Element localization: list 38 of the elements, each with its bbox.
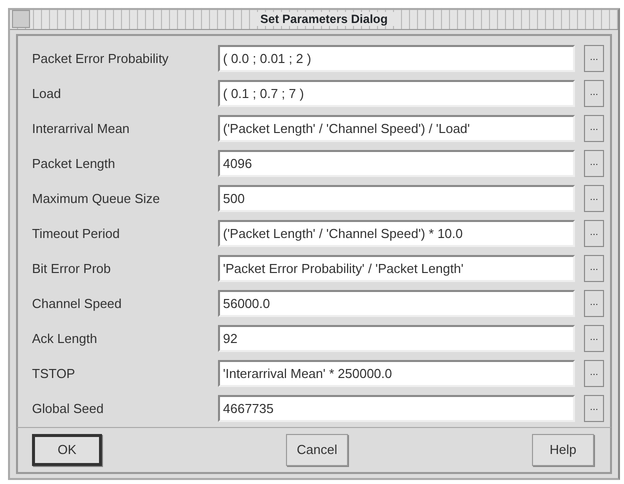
field-label: TSTOP: [32, 364, 76, 383]
browse-button[interactable]: ...: [584, 360, 604, 387]
input-field[interactable]: ( 0.1 ; 0.7 ; 7 ): [218, 80, 575, 107]
browse-button[interactable]: ...: [584, 150, 604, 177]
field-label: Maximum Queue Size: [32, 190, 161, 208]
input-field[interactable]: 'Interarrival Mean' * 250000.0: [218, 360, 575, 387]
input-field[interactable]: ('Packet Length' / 'Channel Speed') / 'Load': [218, 114, 575, 142]
input-field[interactable]: 'Packet Error Probability' / 'Packet Length': [218, 254, 575, 282]
window-menu-button[interactable]: [12, 10, 30, 28]
window-title: Set Parameters Dialog: [254, 12, 394, 26]
dialog-button[interactable]: Help: [532, 434, 594, 466]
input-field[interactable]: 92: [218, 324, 575, 352]
field-label: Load: [32, 84, 62, 103]
input-field[interactable]: 4096: [218, 150, 575, 177]
dialog-button[interactable]: OK: [32, 434, 102, 466]
input-field[interactable]: 500: [218, 184, 575, 212]
field-label: Interarrival Mean: [32, 120, 131, 138]
browse-button[interactable]: ...: [584, 290, 604, 317]
browse-button[interactable]: ...: [584, 44, 604, 72]
field-label: Timeout Period: [32, 224, 121, 243]
field-label: Channel Speed: [32, 294, 123, 313]
browse-button[interactable]: ...: [584, 220, 604, 247]
field-label: Bit Error Prob: [32, 260, 112, 278]
field-label: Packet Error Probability: [32, 50, 170, 68]
dialog-button[interactable]: Cancel: [286, 434, 348, 466]
browse-button[interactable]: ...: [584, 394, 604, 422]
input-field[interactable]: ( 0.0 ; 0.01 ; 2 ): [218, 44, 575, 72]
browse-button[interactable]: ...: [584, 254, 604, 282]
browse-button[interactable]: ...: [584, 184, 604, 212]
input-field[interactable]: 56000.0: [218, 290, 575, 317]
field-label: Packet Length: [32, 154, 116, 173]
browse-button[interactable]: ...: [584, 80, 604, 107]
field-label: Global Seed: [32, 400, 105, 418]
input-field[interactable]: 4667735: [218, 394, 575, 422]
browse-button[interactable]: ...: [584, 324, 604, 352]
browse-button[interactable]: ...: [584, 114, 604, 142]
input-field[interactable]: ('Packet Length' / 'Channel Speed') * 10.0: [218, 220, 575, 247]
field-label: Ack Length: [32, 330, 98, 348]
